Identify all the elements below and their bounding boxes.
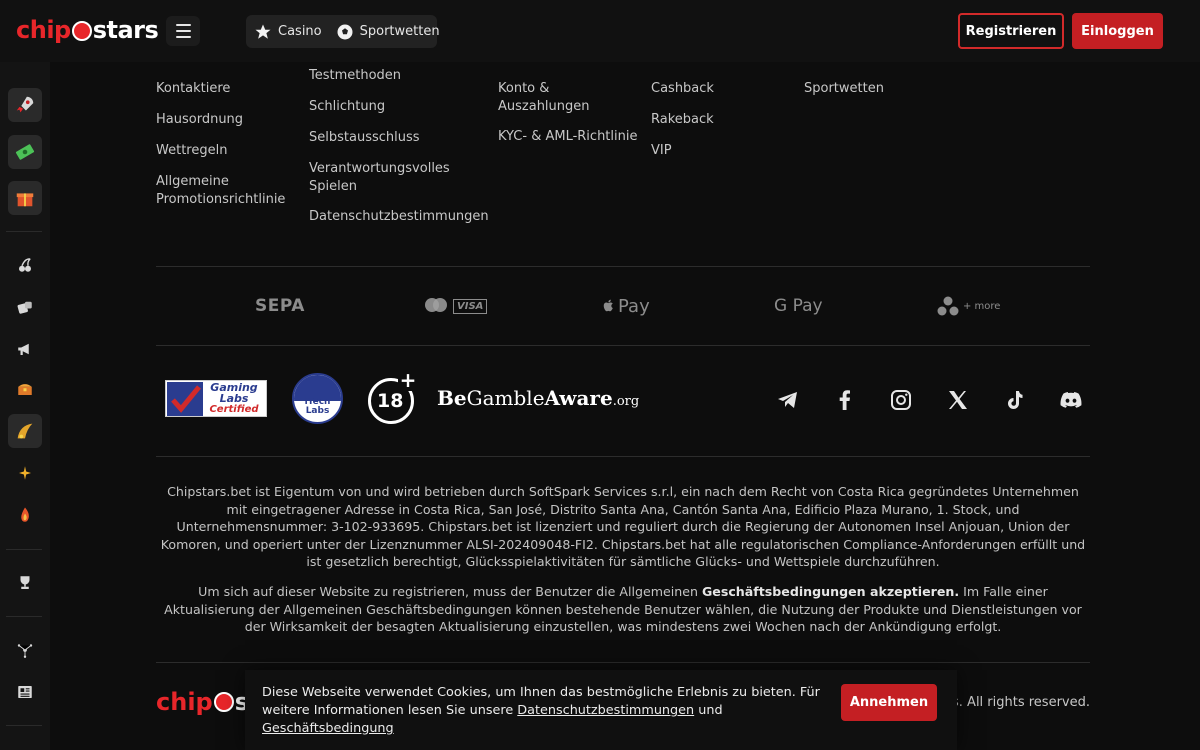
logo-chip-text: chip [16,16,71,44]
sidebar-divider [6,725,42,726]
plus-icon: + [398,368,418,392]
itech-labs-badge: iTech Labs [292,373,343,424]
menu-burger-button[interactable] [166,16,200,46]
login-button[interactable]: Einloggen [1072,13,1163,49]
footer-link-promotionsrichtlinie[interactable]: Allgemeine Promotionsrichtlinie [156,173,286,208]
footer-link-konto-auszahlungen[interactable]: Konto & Auszahlungen [498,80,598,115]
footer-link-rakeback[interactable]: Rakeback [651,111,714,129]
age-18-text: 18 [377,390,404,412]
cookie-text: Diese Webseite verwendet Cookies, um Ihn… [262,684,822,738]
more-payments-label: + more [963,300,1001,312]
begambleaware-gamble: Gamble [466,386,545,410]
nav-casino-label: Casino [278,24,322,39]
nav-casino[interactable]: Casino [254,23,322,41]
footer-logo-chip-text: chip [156,688,213,716]
rocket-icon[interactable] [8,88,42,122]
gaming-labs-text: Labs [219,392,249,405]
soccer-ball-icon [337,24,353,39]
terms-link[interactable]: Geschäftsbedingungen akzeptieren. [702,584,959,599]
fire-icon[interactable] [8,498,42,532]
begambleaware-be: Be [437,386,467,410]
footer-logo-chip-icon [213,692,234,712]
discord-icon[interactable] [1059,388,1083,412]
footer-link-testmethoden[interactable]: Testmethoden [309,67,401,85]
legal-terms-text: Um sich auf dieser Website zu registrier… [198,584,702,599]
register-button[interactable]: Registrieren [958,13,1064,49]
cookie-banner: Diese Webseite verwendet Cookies, um Ihn… [245,670,957,750]
cookie-message: und [694,703,723,718]
legal-text-terms: Um sich auf dieser Website zu registrier… [156,583,1090,636]
chipstars-logo[interactable]: chip stars [16,16,159,44]
footer-link-cashback[interactable]: Cashback [651,80,714,98]
begambleaware-org: .org [612,394,640,409]
megaphone-icon[interactable] [8,332,42,366]
sidebar-divider [6,549,42,550]
age-18-badge: 18 + [368,370,418,424]
footer-link-sportwetten[interactable]: Sportwetten [804,80,884,98]
footer-divider [156,266,1090,267]
facebook-icon[interactable] [833,388,857,412]
footer-link-vip[interactable]: VIP [651,142,672,160]
trophy-icon[interactable] [8,566,42,600]
legal-text-company: Chipstars.bet ist Eigentum von und wird … [160,484,1086,570]
golden-horn-icon[interactable] [8,414,42,448]
burger-line [175,24,191,26]
treasure-chest-icon[interactable] [8,372,42,406]
visa-logo: VISA [453,298,488,314]
apple-pay-logo: Pay [602,295,650,317]
footer-link-datenschutz[interactable]: Datenschutzbestimmungen [309,208,489,226]
main-nav: Casino Sportwetten [246,15,440,48]
footer-divider [156,456,1090,457]
mastercard-icon [425,298,447,312]
burger-line [175,36,191,38]
x-icon[interactable] [946,388,970,412]
tiktok-icon[interactable] [1002,388,1026,412]
dice-icon[interactable] [8,290,42,324]
sepa-logo: SEPA [255,296,305,316]
begambleaware-aware: Aware [544,386,613,410]
footer-divider [156,662,1090,663]
crypto-coins-icon [937,296,959,316]
footer-link-verantwortungsvolles-spielen[interactable]: Verantwortungsvolles Spielen [309,160,450,195]
apple-pay-text: Pay [618,295,650,317]
sidebar-divider [6,616,42,617]
nav-sportwetten-label: Sportwetten [359,24,440,39]
top-header: chip stars Casino Sportwetten Registrier… [0,0,1200,62]
sidebar-divider [6,231,42,232]
footer-divider [156,345,1090,346]
telegram-icon[interactable] [776,388,800,412]
begambleaware-logo: BeGambleAware.org [437,386,639,410]
burger-line [175,30,191,32]
nav-sportwetten[interactable]: Sportwetten [336,23,440,41]
more-payments: + more [936,296,1000,316]
google-pay-logo: G Pay [774,296,823,316]
footer-link-hausordnung[interactable]: Hausordnung [156,111,243,129]
cherry-icon[interactable] [8,248,42,282]
terms-link-cookie[interactable]: Geschäftsbedingung [262,721,394,736]
footer-link-schlichtung[interactable]: Schlichtung [309,98,385,116]
footer-link-kontaktiere[interactable]: Kontaktiere [156,80,230,98]
instagram-icon[interactable] [889,388,913,412]
network-icon[interactable] [8,633,42,667]
logo-chip-icon [71,21,92,41]
mastercard-visa-logos: VISA [423,296,488,316]
apple-icon [603,299,613,312]
logo-stars-text: stars [92,16,159,44]
checkmark-icon [167,382,203,416]
accept-cookies-button[interactable]: Annehmen [841,684,937,721]
money-icon[interactable] [8,135,42,169]
footer-link-wettregeln[interactable]: Wettregeln [156,142,227,160]
left-sidebar [0,62,50,750]
itech-labs-text: Labs [305,406,330,416]
spark-icon[interactable] [8,456,42,490]
star-icon [255,24,271,39]
gift-icon[interactable] [8,181,42,215]
gaming-labs-badge: Gaming Labs Certified [165,380,267,417]
footer-link-selbstausschluss[interactable]: Selbstausschluss [309,129,420,147]
footer-link-kyc-aml[interactable]: KYC- & AML-Richtlinie [498,128,637,146]
gaming-labs-certified-text: Certified [209,404,259,415]
news-icon[interactable] [8,675,42,709]
privacy-policy-link[interactable]: Datenschutzbestimmungen [517,703,694,718]
